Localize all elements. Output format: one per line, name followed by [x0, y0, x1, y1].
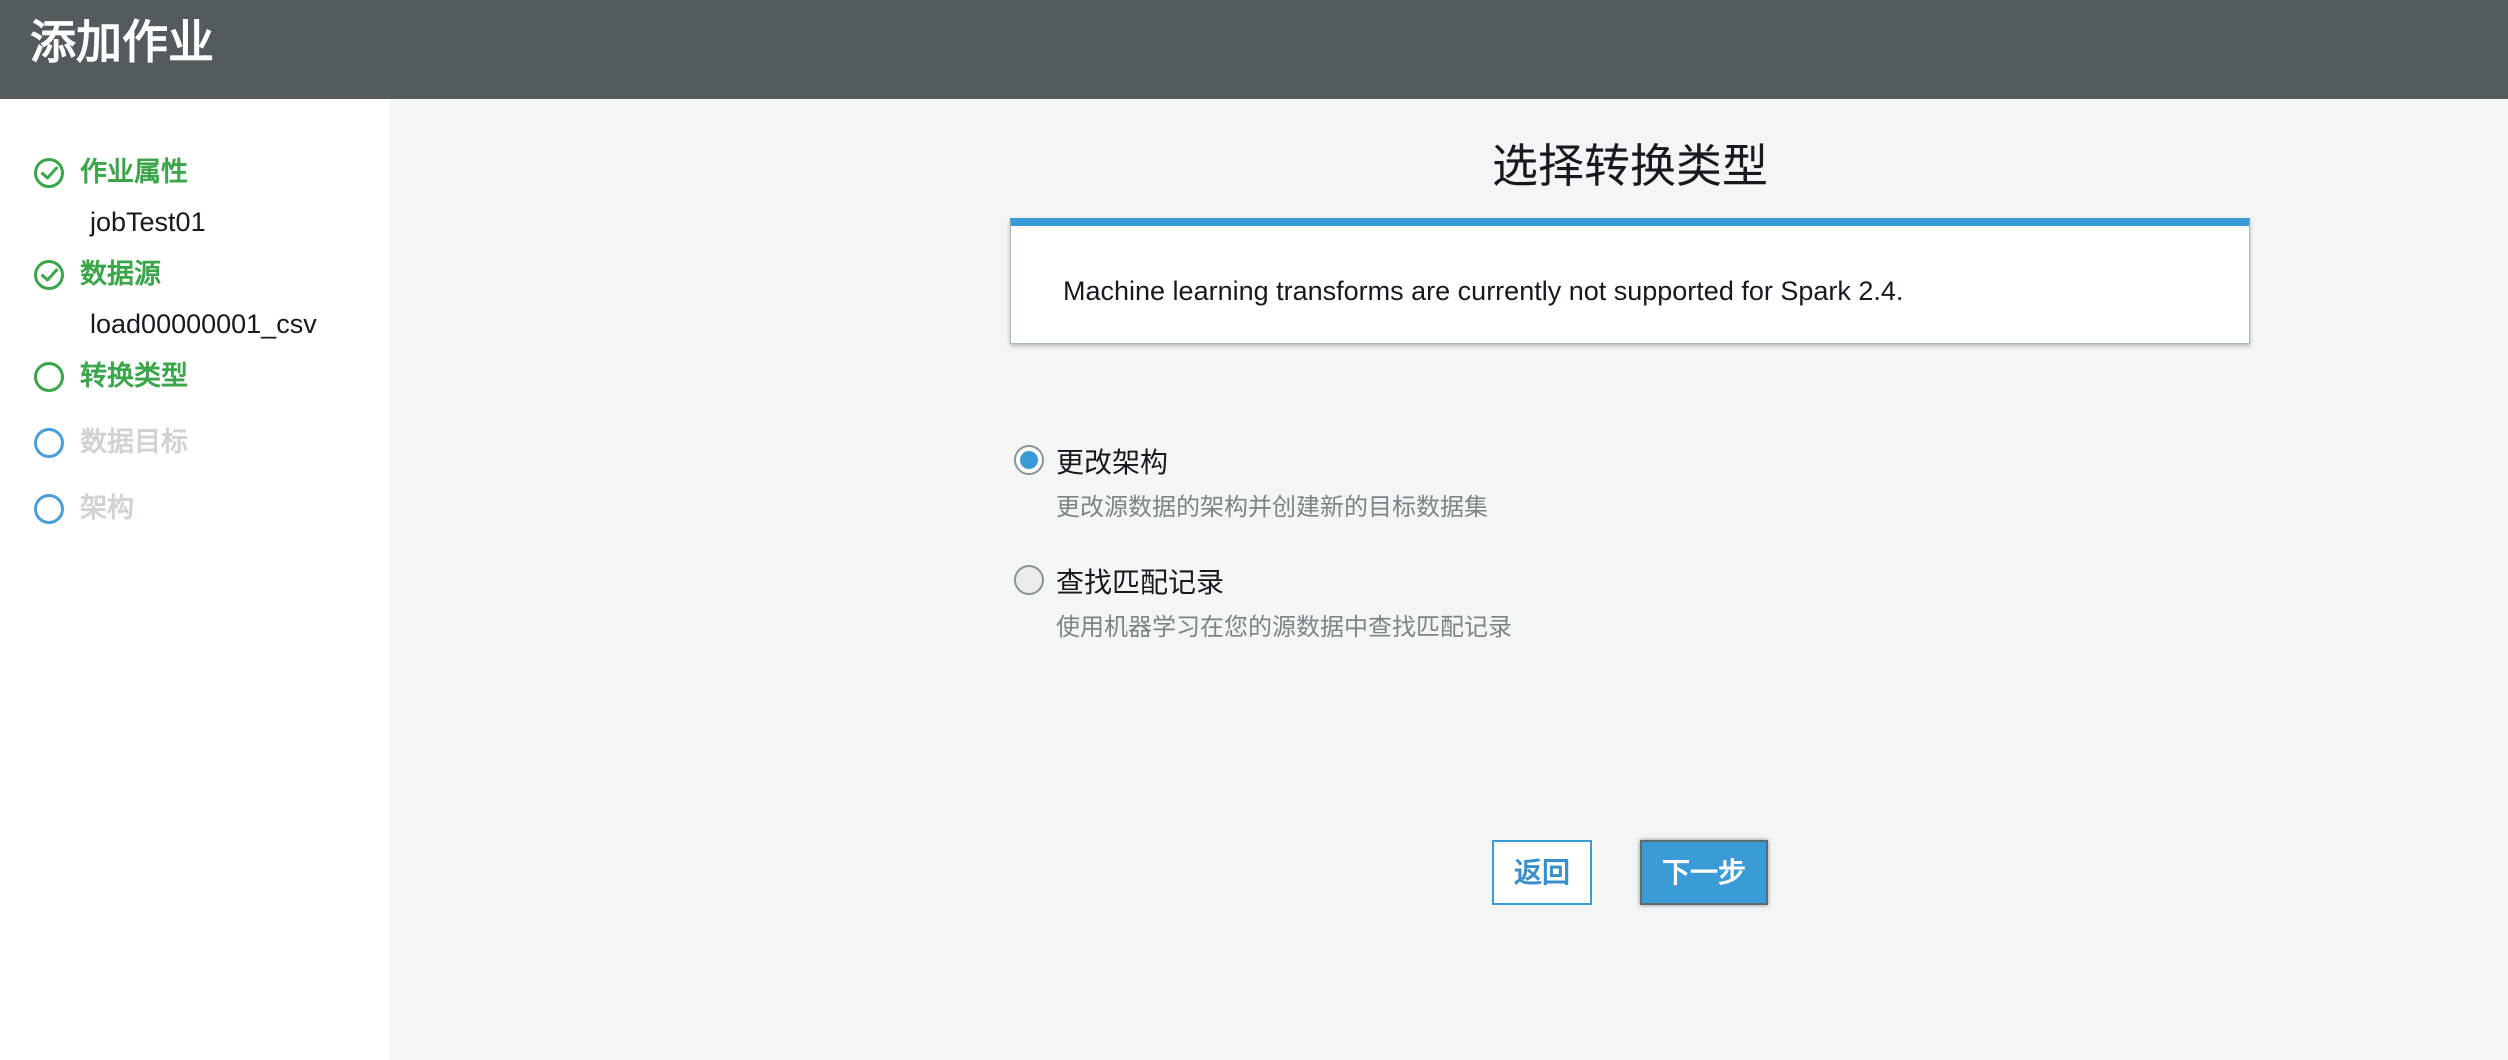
radio-find-matches[interactable]: [1014, 565, 1044, 595]
checkmark-circle-icon: [34, 260, 64, 290]
radio-change-schema[interactable]: [1014, 445, 1044, 475]
circle-icon: [34, 428, 64, 458]
page-title: 添加作业: [30, 15, 214, 69]
step-label: 数据源: [80, 259, 161, 290]
step-label: 数据目标: [80, 427, 188, 458]
option-label-change-schema[interactable]: 更改架构: [1056, 445, 1168, 481]
step-label: 转换类型: [80, 361, 188, 392]
option-description-find-matches: 使用机器学习在您的源数据中查找匹配记录: [1056, 613, 1512, 641]
info-alert: Machine learning transforms are currentl…: [1010, 218, 2250, 344]
info-alert-text: Machine learning transforms are currentl…: [1063, 276, 1904, 306]
circle-icon: [34, 362, 64, 392]
step-label: 架构: [80, 493, 134, 524]
wizard-sidebar: 作业属性 jobTest01 数据源 load00000001_csv 转换类型…: [0, 99, 390, 1060]
section-title: 选择转换类型: [1492, 139, 1768, 193]
next-button[interactable]: 下一步: [1640, 840, 1768, 905]
option-description-change-schema: 更改源数据的架构并创建新的目标数据集: [1056, 493, 1488, 521]
circle-icon: [34, 494, 64, 524]
back-button[interactable]: 返回: [1492, 840, 1592, 905]
step-value-job-name: jobTest01: [90, 207, 206, 237]
page-header: 添加作业: [0, 0, 2508, 99]
option-label-find-matches[interactable]: 查找匹配记录: [1056, 565, 1224, 601]
checkmark-circle-icon: [34, 158, 64, 188]
step-label: 作业属性: [80, 157, 188, 188]
step-value-data-source: load00000001_csv: [90, 309, 317, 339]
